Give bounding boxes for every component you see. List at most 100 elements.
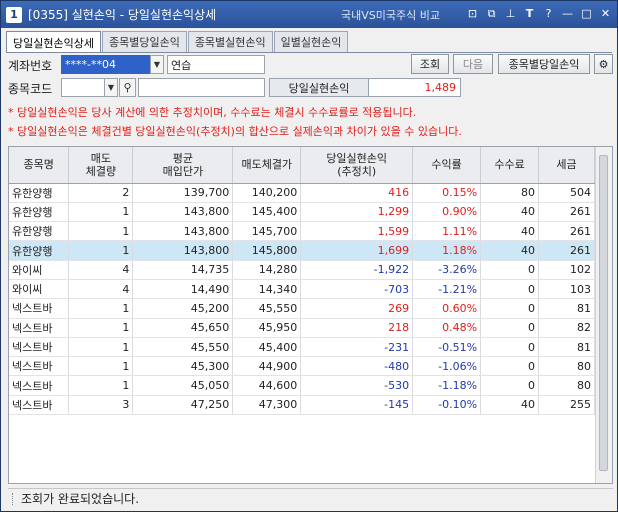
return-rate-cell: 0.48% (412, 318, 482, 338)
pl-cell: -1,922 (300, 260, 414, 280)
pin-icon[interactable]: ⊥ (503, 6, 518, 21)
stock-code-field[interactable] (61, 78, 105, 97)
tax-cell: 504 (538, 183, 595, 203)
pl-cell: 1,599 (300, 221, 414, 242)
sell-price-cell: 145,400 (232, 202, 302, 223)
pl-cell: -703 (300, 279, 414, 300)
maximize-icon[interactable]: □ (579, 6, 594, 21)
table-row[interactable]: 넥스트바 3 47,250 47,300 -145 -0.10% 40 255 (9, 395, 595, 416)
column-header-line: 매도체결가 (241, 158, 293, 172)
code-dropdown-button[interactable]: ▼ (104, 78, 118, 97)
sell-qty-cell: 1 (68, 356, 134, 377)
copy-window-icon[interactable]: ⧉ (484, 6, 499, 21)
table-row[interactable]: 유한양행 2 139,700 140,200 416 0.15% 80 504 (9, 183, 595, 203)
fee-cell: 0 (480, 375, 539, 396)
pl-cell: 269 (300, 298, 414, 319)
column-header[interactable]: 당일실현손익 (추정치) (300, 147, 414, 184)
return-rate-cell: 1.11% (412, 221, 482, 242)
table-row[interactable]: 와이씨 4 14,735 14,280 -1,922 -3.26% 0 102 (9, 260, 595, 280)
help-icon[interactable]: ? (541, 6, 556, 21)
fee-cell: 40 (480, 240, 539, 261)
tax-cell: 255 (538, 395, 595, 416)
pl-cell: -530 (300, 375, 414, 396)
return-rate-cell: -1.18% (412, 375, 482, 396)
stock-name-cell: 유한양행 (9, 183, 70, 203)
code-label: 종목코드 (8, 82, 53, 96)
account-number-field[interactable]: ****-**04 (61, 55, 151, 74)
account-dropdown-button[interactable]: ▼ (150, 55, 164, 74)
column-header-line: 평균 (172, 151, 193, 165)
daily-pl-value: 1,489 (368, 78, 461, 97)
tax-cell: 261 (538, 221, 595, 242)
column-header[interactable]: 매도 체결량 (68, 147, 134, 184)
minimize-icon[interactable]: — (560, 6, 575, 21)
scroll-thumb[interactable] (599, 155, 608, 471)
column-header-line: (추정치) (337, 164, 377, 178)
table-row[interactable]: 넥스트바 1 45,550 45,400 -231 -0.51% 0 81 (9, 337, 595, 358)
sell-price-cell: 44,900 (232, 356, 302, 377)
vertical-scrollbar[interactable] (595, 147, 612, 483)
tab-daily-detail[interactable]: 당일실현손익상세 (6, 31, 101, 53)
tab-daily-realized[interactable]: 일별실현손익 (273, 31, 349, 52)
stock-name-cell: 넥스트바 (9, 337, 70, 358)
fee-cell: 0 (480, 356, 539, 377)
table-row[interactable]: 넥스트바 1 45,200 45,550 269 0.60% 0 81 (9, 298, 595, 319)
fee-cell: 0 (480, 279, 539, 300)
sell-qty-cell: 1 (68, 337, 134, 358)
chevron-down-icon: ▼ (107, 83, 115, 92)
close-icon[interactable]: ✕ (598, 6, 613, 21)
next-button[interactable]: 다음 (453, 54, 493, 74)
tax-cell: 102 (538, 260, 595, 280)
text-size-icon[interactable]: T (522, 6, 537, 21)
grip-icon (12, 492, 15, 505)
code-search-button[interactable]: ⚲ (119, 78, 136, 97)
avg-price-cell: 47,250 (132, 395, 234, 416)
sell-price-cell: 140,200 (232, 183, 302, 203)
return-rate-cell: -3.26% (412, 260, 482, 280)
return-rate-cell: -1.21% (412, 279, 482, 300)
stock-name-cell: 와이씨 (9, 279, 70, 300)
tab-realized-by-item[interactable]: 종목별실현손익 (187, 31, 273, 52)
table-header-row: 종목명 매도 체결량 평균 매입단가 매도체결가 당일실현손익 (추정치) 수익률 수수료 세금 (9, 147, 595, 184)
table-row[interactable]: 유한양행 1 143,800 145,400 1,299 0.90% 40 261 (9, 202, 595, 223)
column-header[interactable]: 세금 (538, 147, 595, 184)
column-header-line: 종목명 (23, 158, 54, 172)
table-body: 유한양행 2 139,700 140,200 416 0.15% 80 504 유한양행 1 143… (9, 183, 595, 416)
pl-cell: 1,699 (300, 240, 414, 261)
sell-qty-cell: 4 (68, 260, 134, 280)
settings-button[interactable]: ⚙ (594, 54, 613, 74)
table-row[interactable]: 넥스트바 1 45,650 45,950 218 0.48% 0 82 (9, 318, 595, 338)
stock-name-field (138, 78, 265, 97)
title-bar[interactable]: 1 [0355] 실현손익 - 당일실현손익상세 국내VS미국주식 비교 ⊡ ⧉… (1, 1, 617, 28)
status-bar: 조회가 완료되었습니다. (8, 488, 613, 508)
sell-qty-cell: 3 (68, 395, 134, 416)
column-header[interactable]: 수익률 (412, 147, 482, 184)
sell-qty-cell: 1 (68, 221, 134, 242)
pl-cell: -231 (300, 337, 414, 358)
table-row[interactable]: 넥스트바 1 45,300 44,900 -480 -1.06% 0 80 (9, 356, 595, 377)
column-header-line: 매도 (90, 151, 112, 165)
link-window-icon[interactable]: ⊡ (465, 6, 480, 21)
query-button[interactable]: 조회 (411, 54, 449, 74)
gear-icon: ⚙ (598, 57, 609, 71)
pl-cell: 416 (300, 183, 414, 203)
avg-price-cell: 139,700 (132, 183, 234, 203)
compare-link[interactable]: 국내VS미국주식 비교 (341, 7, 440, 23)
table-row[interactable]: 유한양행 1 143,800 145,700 1,599 1.11% 40 261 (9, 221, 595, 242)
fee-cell: 80 (480, 183, 539, 203)
stock-name-cell: 넥스트바 (9, 318, 70, 338)
avg-price-cell: 45,550 (132, 337, 234, 358)
column-header[interactable]: 평균 매입단가 (132, 147, 234, 184)
column-header[interactable]: 종목명 (9, 147, 70, 184)
table-row[interactable]: 넥스트바 1 45,050 44,600 -530 -1.18% 0 80 (9, 375, 595, 396)
column-header[interactable]: 수수료 (480, 147, 539, 184)
table-row[interactable]: 유한양행 1 143,800 145,800 1,699 1.18% 40 261 (9, 240, 595, 261)
column-header[interactable]: 매도체결가 (232, 147, 302, 184)
account-label: 계좌번호 (8, 59, 53, 73)
sell-price-cell: 14,340 (232, 279, 302, 300)
table-row[interactable]: 와이씨 4 14,490 14,340 -703 -1.21% 0 103 (9, 279, 595, 300)
column-header-line: 수익률 (431, 158, 462, 172)
tab-daily-by-item[interactable]: 종목별당일손익 (101, 31, 187, 52)
by-item-daily-button[interactable]: 종목별당일손익 (498, 54, 590, 74)
sell-price-cell: 14,280 (232, 260, 302, 280)
